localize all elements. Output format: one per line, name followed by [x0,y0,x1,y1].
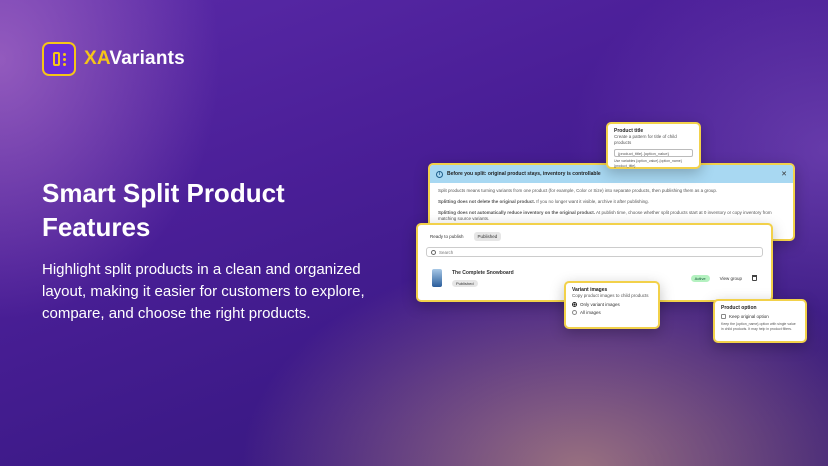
product-info: The Complete Snowboard Published [452,270,514,287]
product-option-card: Product option Keep original option Keep… [713,299,807,343]
brand-name: XAVariants [84,48,185,69]
radio-label: Only variant images [580,302,620,307]
search-input[interactable]: Search [426,247,763,257]
list-tabs: Ready to publish Published [418,225,771,245]
app-logo-icon [42,42,76,76]
radio-all-images[interactable]: All images [572,310,652,315]
product-option-hint: Keep the {option_name} option with singl… [721,322,796,331]
product-option-heading: Product option [721,305,757,311]
brand-logo: XAVariants [42,42,185,76]
close-icon[interactable]: ✕ [781,170,787,178]
view-group-button[interactable]: View group [720,276,742,281]
banner-line-3: Splitting does not automatically reduce … [438,210,772,221]
banner-title: Before you split: original product stays… [447,171,601,177]
banner-line-2: Splitting does not delete the original p… [438,199,649,204]
info-icon: i [436,170,443,178]
product-name: The Complete Snowboard [452,269,514,276]
title-variables-hint: Use variables {option_value} {option_nam… [614,159,682,168]
status-badge: Active [690,274,710,282]
search-placeholder: Search [439,249,454,255]
radio-label: All images [580,310,601,315]
radio-icon[interactable] [572,310,577,315]
search-icon [431,249,436,255]
hero-description: Highlight split products in a clean and … [42,261,365,322]
tab-published[interactable]: Published [473,232,502,241]
hero-title: Smart Split Product Features [42,178,285,242]
banner-body: Split products means turning variants fr… [430,183,793,227]
snowboard-thumbnail [432,269,442,287]
trash-icon[interactable] [752,275,757,281]
tab-ready-to-publish[interactable]: Ready to publish [426,232,468,241]
checkbox-label: Keep original option [729,314,769,319]
banner-line-1: Split products means turning variants fr… [438,188,718,193]
radio-only-variant-images[interactable]: Only variant images [572,302,652,307]
row-actions: Active View group [690,274,757,282]
published-badge: Published [452,279,478,287]
title-pattern-input[interactable]: {product_title} {option_value} [614,149,693,157]
keep-original-option-checkbox[interactable]: Keep original option [721,314,799,319]
variant-images-hint: Copy product images to child products [572,293,649,298]
product-title-hint: Create a pattern for title of child prod… [614,134,677,145]
checkbox-icon[interactable] [721,314,726,319]
radio-selected-icon[interactable] [572,302,577,307]
variant-images-card: Variant images Copy product images to ch… [564,281,660,329]
product-title-card: Product title Create a pattern for title… [606,122,701,169]
